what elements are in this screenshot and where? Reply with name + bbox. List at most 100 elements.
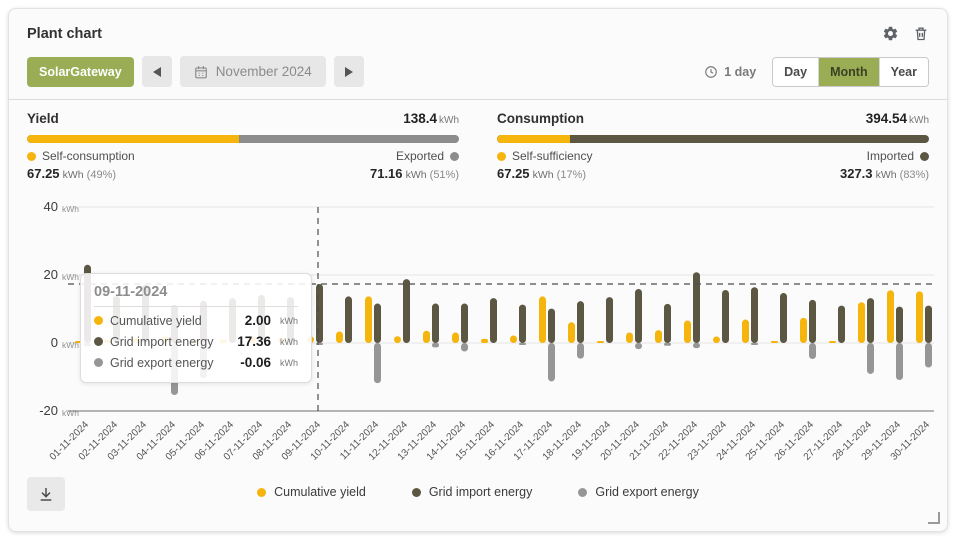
bar-group-11-11-2024[interactable]	[365, 296, 381, 383]
bar-group-24-11-2024[interactable]	[742, 287, 758, 345]
resize-handle[interactable]	[928, 512, 940, 524]
clock-icon	[704, 65, 718, 79]
y-axis-unit: kWh	[62, 204, 79, 214]
bar-yield[interactable]	[858, 302, 865, 343]
bar-yield[interactable]	[742, 320, 749, 343]
next-period-button[interactable]	[334, 56, 364, 87]
bar-export[interactable]	[461, 343, 468, 352]
yield-title: Yield	[27, 111, 59, 126]
bar-export[interactable]	[374, 343, 381, 383]
bar-export[interactable]	[751, 343, 758, 345]
download-button[interactable]	[27, 477, 65, 511]
bar-yield[interactable]	[394, 336, 401, 343]
bar-import[interactable]	[548, 309, 555, 343]
bar-yield[interactable]	[452, 332, 459, 343]
bar-import[interactable]	[722, 290, 729, 343]
bar-yield[interactable]	[510, 336, 517, 343]
bar-export[interactable]	[809, 343, 816, 359]
bar-import[interactable]	[432, 304, 439, 343]
y-axis-unit: kWh	[62, 272, 79, 282]
bar-group-21-11-2024[interactable]	[655, 304, 671, 346]
bar-import[interactable]	[780, 293, 787, 343]
bar-group-23-11-2024[interactable]	[713, 290, 729, 343]
bar-group-30-11-2024[interactable]	[916, 291, 932, 367]
bar-export[interactable]	[432, 343, 439, 347]
tab-year[interactable]: Year	[879, 58, 928, 86]
bar-import[interactable]	[461, 304, 468, 343]
bar-yield[interactable]	[771, 341, 778, 343]
bar-import[interactable]	[925, 306, 932, 343]
bar-yield[interactable]	[626, 332, 633, 343]
bar-group-19-11-2024[interactable]	[597, 297, 613, 343]
bar-export[interactable]	[635, 343, 642, 349]
bar-export[interactable]	[548, 343, 555, 381]
bar-import[interactable]	[664, 304, 671, 343]
bar-import[interactable]	[577, 301, 584, 343]
bar-yield[interactable]	[539, 296, 546, 343]
bar-export[interactable]	[693, 343, 700, 348]
bar-export[interactable]	[664, 343, 671, 346]
bar-yield[interactable]	[713, 337, 720, 343]
bar-import[interactable]	[490, 298, 497, 343]
bar-export[interactable]	[577, 343, 584, 359]
bar-group-26-11-2024[interactable]	[800, 300, 816, 359]
yield-progress-bar	[27, 135, 459, 143]
bar-group-10-11-2024[interactable]	[336, 296, 352, 343]
bar-yield[interactable]	[829, 341, 836, 343]
bar-group-12-11-2024[interactable]	[394, 279, 410, 343]
bar-group-18-11-2024[interactable]	[568, 301, 584, 358]
bar-yield[interactable]	[800, 318, 807, 343]
bar-export[interactable]	[896, 343, 903, 380]
tab-month[interactable]: Month	[818, 58, 878, 86]
bar-export[interactable]	[867, 343, 874, 374]
tab-day[interactable]: Day	[773, 58, 818, 86]
prev-period-button[interactable]	[142, 56, 172, 87]
bar-import[interactable]	[316, 284, 323, 343]
bar-yield[interactable]	[365, 296, 372, 343]
date-picker-button[interactable]: November 2024	[180, 56, 326, 87]
bar-group-28-11-2024[interactable]	[858, 298, 874, 374]
bar-export[interactable]	[925, 343, 932, 367]
bar-import[interactable]	[345, 296, 352, 343]
bar-import[interactable]	[635, 289, 642, 343]
bar-import[interactable]	[693, 272, 700, 343]
bar-group-20-11-2024[interactable]	[626, 289, 642, 349]
consumption-title: Consumption	[497, 111, 584, 126]
bar-group-15-11-2024[interactable]	[481, 298, 497, 343]
bar-import[interactable]	[519, 305, 526, 343]
bar-import[interactable]	[403, 279, 410, 343]
bar-yield[interactable]	[655, 330, 662, 343]
settings-gear-icon[interactable]	[882, 25, 899, 42]
imported-value: 327.3 kWh (83%)	[840, 166, 929, 181]
bar-yield[interactable]	[423, 331, 430, 343]
bar-yield[interactable]	[597, 341, 604, 343]
legend-item-cumulative-yield[interactable]: Cumulative yield	[257, 485, 366, 499]
delete-trash-icon[interactable]	[913, 25, 929, 42]
gateway-button[interactable]: SolarGateway	[27, 57, 134, 87]
bar-group-17-11-2024[interactable]	[539, 296, 555, 381]
bar-export[interactable]	[519, 343, 526, 345]
legend-item-grid-import-energy[interactable]: Grid import energy	[412, 485, 533, 499]
bar-yield[interactable]	[336, 331, 343, 343]
bar-import[interactable]	[867, 298, 874, 343]
bar-export[interactable]	[316, 343, 323, 345]
bar-import[interactable]	[374, 304, 381, 343]
bar-yield[interactable]	[887, 290, 894, 343]
bar-group-13-11-2024[interactable]	[423, 304, 439, 348]
bar-import[interactable]	[838, 306, 845, 343]
bar-yield[interactable]	[568, 322, 575, 343]
bar-group-14-11-2024[interactable]	[452, 304, 468, 352]
bar-import[interactable]	[751, 287, 758, 343]
bar-group-25-11-2024[interactable]	[771, 293, 787, 343]
chart-footer: Cumulative yield Grid import energy Grid e…	[9, 483, 947, 499]
bar-import[interactable]	[606, 297, 613, 343]
bar-yield[interactable]	[916, 291, 923, 343]
bar-group-27-11-2024[interactable]	[829, 306, 845, 343]
legend-item-grid-export-energy[interactable]: Grid export energy	[578, 485, 699, 499]
bar-import[interactable]	[809, 300, 816, 343]
bar-group-16-11-2024[interactable]	[510, 305, 526, 345]
bar-group-29-11-2024[interactable]	[887, 290, 903, 380]
bar-import[interactable]	[896, 307, 903, 343]
bar-yield[interactable]	[684, 321, 691, 343]
bar-yield[interactable]	[481, 339, 488, 343]
